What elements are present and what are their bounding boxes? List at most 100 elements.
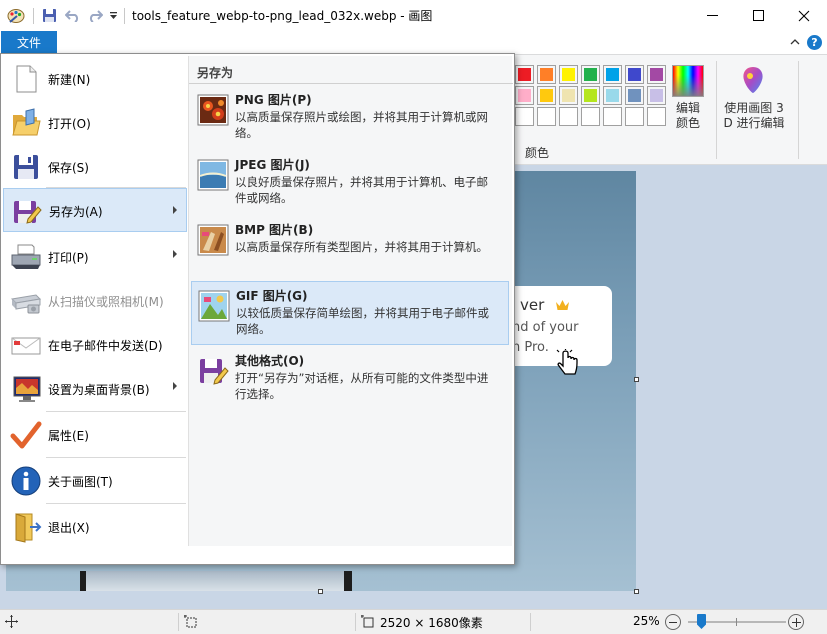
quick-save-icon[interactable] [40, 7, 58, 24]
save-as-png[interactable]: PNG 图片(P) 以高质量保存照片或绘图，并将其用于计算机或网络。 [191, 86, 509, 148]
menu-separator [46, 457, 186, 458]
color-swatch-gold[interactable] [537, 86, 556, 105]
hand-cursor-icon [556, 348, 580, 379]
save-as-item-title: PNG 图片(P) [235, 93, 312, 107]
menu-item-about[interactable]: 关于画图(T) [3, 458, 187, 503]
menu-item-properties[interactable]: 属性(E) [3, 412, 187, 457]
crown-icon [555, 297, 570, 315]
menu-item-exit[interactable]: 退出(X) [3, 504, 187, 549]
menu-item-label: 从扫描仪或照相机(M) [48, 295, 164, 309]
paint-app-icon[interactable] [6, 7, 26, 24]
color-swatch-empty[interactable] [625, 107, 644, 126]
menu-item-new[interactable]: 新建(N) [3, 56, 187, 101]
color-swatch-empty[interactable] [559, 107, 578, 126]
color-swatch-empty[interactable] [647, 107, 666, 126]
zoom-in-button[interactable] [788, 614, 804, 630]
save-as-item-title: BMP 图片(B) [235, 223, 314, 237]
tooltip-line-1: ver [520, 296, 545, 314]
title-separator [124, 8, 125, 24]
save-as-item-title: GIF 图片(G) [236, 289, 308, 303]
file-menu-commands: 新建(N) 打开(O) 保存(S) 另存为(A) 打印(P) 从扫描仪或照相机(… [1, 54, 187, 564]
menu-item-open[interactable]: 打开(O) [3, 100, 187, 145]
menu-separator [46, 503, 186, 504]
email-icon [10, 329, 42, 361]
save-icon [10, 151, 42, 183]
maximize-button[interactable] [735, 0, 781, 31]
bmp-icon [197, 224, 229, 256]
submenu-title: 另存为 [197, 66, 234, 80]
checkmark-icon [10, 419, 42, 451]
save-as-gif[interactable]: GIF 图片(G) 以较低质量保存简单绘图，并将其用于电子邮件或网络。 [191, 281, 509, 345]
color-swatch-light-yellow[interactable] [559, 86, 578, 105]
resize-handle-right[interactable] [634, 377, 639, 382]
menu-item-print[interactable]: 打印(P) [3, 234, 187, 279]
save-as-item-description: 以高质量保存所有类型图片，并将其用于计算机。 [235, 240, 488, 254]
color-swatch-blue-gray[interactable] [625, 86, 644, 105]
exit-icon [10, 511, 42, 543]
status-bar: 2520 × 1680像素 25% [0, 609, 827, 634]
color-swatch-indigo[interactable] [625, 65, 644, 84]
color-swatch-rose[interactable] [515, 86, 534, 105]
save-as-item-description: 打开“另存为”对话框，从所有可能的文件类型中进行选择。 [235, 371, 489, 401]
menu-item-set-desktop-background[interactable]: 设置为桌面背景(B) [3, 366, 187, 411]
zoom-level: 25% [633, 614, 660, 628]
zoom-slider-center-tick [736, 618, 737, 626]
ribbon-tab-row: 文件 ? [0, 31, 827, 54]
color-swatch-orange[interactable] [537, 65, 556, 84]
save-as-submenu: 另存为 PNG 图片(P) 以高质量保存照片或绘图，并将其用于计算机或网络。 J… [188, 56, 513, 546]
tooltip-line-2: nd of your [512, 320, 579, 335]
open-folder-icon [10, 107, 42, 139]
save-as-bmp[interactable]: BMP 图片(B) 以高质量保存所有类型图片，并将其用于计算机。 [191, 216, 509, 278]
color-swatch-green[interactable] [581, 65, 600, 84]
zoom-slider-thumb[interactable] [697, 614, 706, 629]
collapse-ribbon-icon[interactable] [789, 36, 803, 50]
jpeg-icon [197, 159, 229, 191]
ribbon-divider [798, 61, 799, 159]
zoom-out-button[interactable] [665, 614, 681, 630]
color-swatch-empty[interactable] [537, 107, 556, 126]
submenu-arrow-icon [173, 250, 177, 258]
color-swatch-lavender[interactable] [647, 86, 666, 105]
submenu-arrow-icon [173, 382, 177, 390]
resize-handle-corner[interactable] [634, 589, 639, 594]
file-tab[interactable]: 文件 [1, 31, 57, 54]
color-swatch-empty[interactable] [603, 107, 622, 126]
menu-item-from-scanner[interactable]: 从扫描仪或照相机(M) [3, 278, 187, 323]
status-divider [355, 613, 356, 631]
menu-item-send-email[interactable]: 在电子邮件中发送(D) [3, 322, 187, 367]
title-separator [33, 8, 34, 24]
menu-item-save-as[interactable]: 另存为(A) [3, 188, 187, 232]
resize-handle-bottom[interactable] [318, 589, 323, 594]
color-swatch-red[interactable] [515, 65, 534, 84]
save-as-item-description: 以高质量保存照片或绘图，并将其用于计算机或网络。 [235, 110, 488, 140]
color-swatch-lime[interactable] [581, 86, 600, 105]
save-as-item-title: JPEG 图片(J) [235, 158, 310, 172]
tooltip-line-3: n Pro. [512, 340, 549, 355]
help-icon[interactable]: ? [807, 35, 822, 50]
edit-colors-label[interactable]: 编辑 颜色 [669, 101, 707, 131]
edit-colors-icon[interactable] [672, 65, 704, 97]
color-swatch-empty[interactable] [515, 107, 534, 126]
menu-item-save[interactable]: 保存(S) [3, 144, 187, 189]
save-as-item-description: 以良好质量保存照片，并将其用于计算机、电子邮件或网络。 [235, 175, 488, 205]
color-swatch-empty[interactable] [581, 107, 600, 126]
info-icon [10, 465, 42, 497]
menu-item-label: 打开(O) [48, 117, 91, 131]
color-swatch-turquoise[interactable] [603, 65, 622, 84]
color-swatch-light-turquoise[interactable] [603, 86, 622, 105]
minimize-button[interactable] [689, 0, 735, 31]
color-swatch-yellow[interactable] [559, 65, 578, 84]
paint3d-label[interactable]: 使用画图 3 D 进行编辑 [720, 101, 788, 131]
redo-icon[interactable] [86, 7, 104, 24]
customize-toolbar-icon[interactable] [106, 7, 120, 24]
save-as-jpeg[interactable]: JPEG 图片(J) 以良好质量保存照片，并将其用于计算机、电子邮件或网络。 [191, 151, 509, 213]
submenu-divider [189, 83, 513, 84]
color-swatch-purple[interactable] [647, 65, 666, 84]
undo-icon[interactable] [63, 7, 81, 24]
close-button[interactable] [781, 0, 827, 31]
save-as-other-format[interactable]: 其他格式(O) 打开“另存为”对话框，从所有可能的文件类型中进行选择。 [191, 347, 509, 409]
title-bar: tools_feature_webp-to-png_lead_032x.webp… [0, 0, 827, 31]
file-menu: 新建(N) 打开(O) 保存(S) 另存为(A) 打印(P) 从扫描仪或照相机(… [0, 53, 515, 565]
paint3d-icon[interactable] [738, 65, 768, 95]
save-as-item-description: 以较低质量保存简单绘图，并将其用于电子邮件或网络。 [236, 306, 489, 336]
